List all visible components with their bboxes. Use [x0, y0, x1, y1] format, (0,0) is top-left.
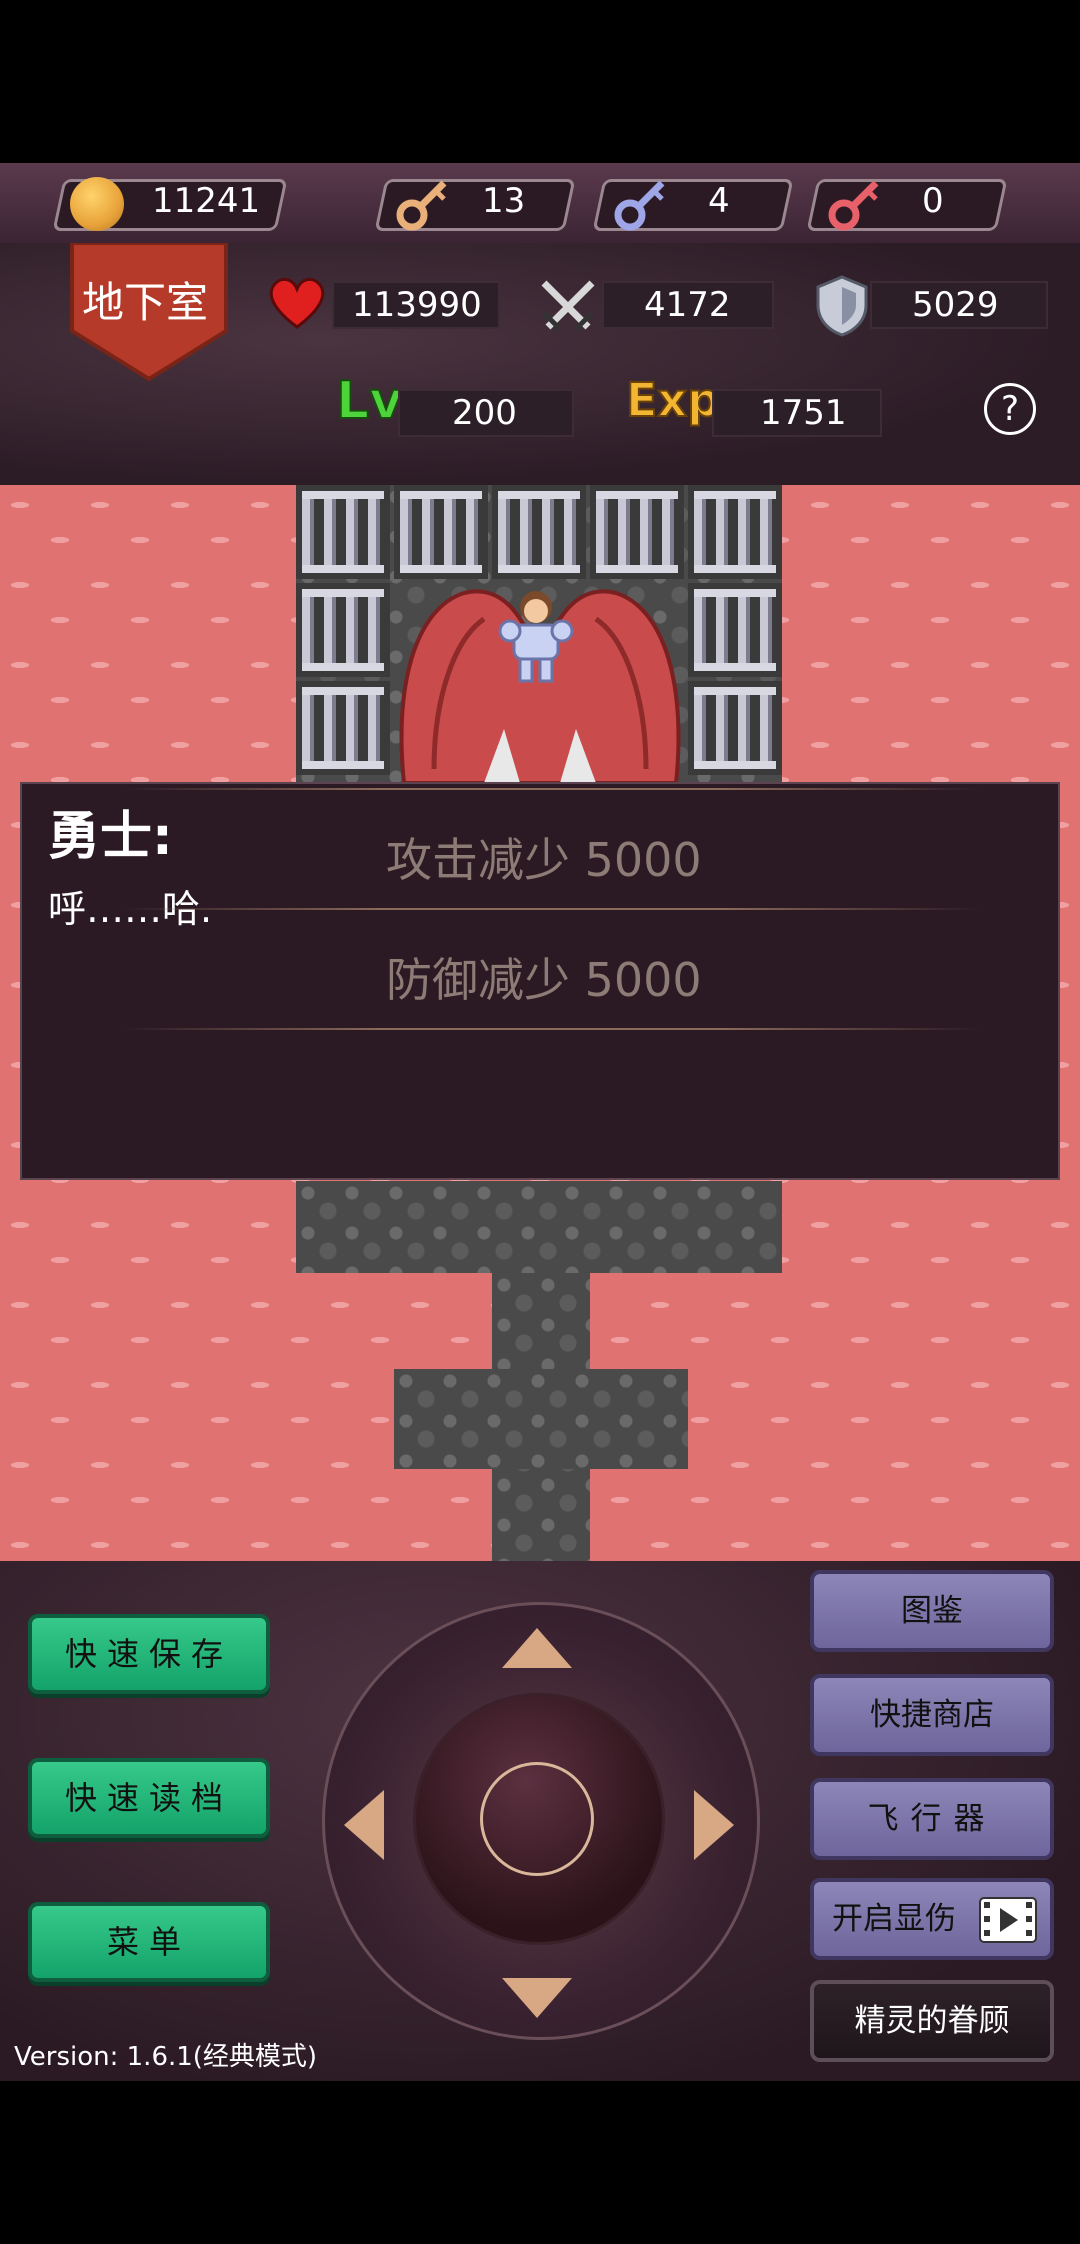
exp-value: 1751 — [760, 393, 847, 433]
arrow-up-icon[interactable] — [500, 1626, 574, 1670]
yellow-key-icon — [396, 180, 447, 231]
arrow-right-icon[interactable] — [692, 1790, 736, 1860]
red-key-count: 0 — [922, 181, 944, 221]
help-button[interactable]: ? — [984, 383, 1036, 435]
hero-status-panel: 地下室 113990 4172 5029 Lv 200 Exp 1751 ? — [0, 243, 1080, 485]
iron-bars — [296, 485, 390, 579]
gold-value: 11241 — [152, 181, 261, 221]
level-value: 200 — [452, 393, 517, 433]
divider — [122, 908, 982, 910]
bestiary-button[interactable]: 图鉴 — [810, 1570, 1054, 1652]
red-key-icon — [828, 180, 879, 231]
level-label: Lv — [335, 370, 404, 432]
dialog-box[interactable]: 勇士: 呼……哈. 攻击减少 5000 防御减少 5000 — [20, 782, 1060, 1180]
exp-label: Exp — [625, 372, 721, 428]
version-label: Version: 1.6.1(经典模式) — [14, 2042, 318, 2072]
hero-sprite — [498, 591, 574, 683]
iron-bars — [492, 485, 586, 579]
hp-value: 113990 — [352, 285, 482, 325]
iron-bars — [590, 485, 684, 579]
show-damage-button[interactable]: 开启显伤 — [810, 1878, 1054, 1960]
divider — [122, 1028, 982, 1030]
help-icon: ? — [1000, 389, 1020, 429]
quick-load-button[interactable]: 快速读档 — [28, 1758, 270, 1838]
dialog-text: 呼……哈. — [48, 887, 213, 931]
iron-bars — [296, 583, 390, 677]
iron-bars — [688, 485, 782, 579]
fly-button[interactable]: 飞行器 — [810, 1778, 1054, 1860]
arrow-left-icon[interactable] — [342, 1790, 386, 1860]
arrow-down-icon[interactable] — [500, 1976, 574, 2020]
stone-floor — [296, 1181, 782, 1273]
dialog-speaker: 勇士: — [48, 807, 173, 867]
quick-shop-button[interactable]: 快捷商店 — [810, 1674, 1054, 1756]
resource-bar: 11241 13 4 0 — [0, 163, 1080, 245]
attack-decrease-notice: 攻击减少 5000 — [386, 833, 702, 887]
defense-value: 5029 — [912, 285, 999, 325]
attack-value: 4172 — [644, 285, 731, 325]
menu-button[interactable]: 菜单 — [28, 1902, 270, 1982]
spirit-blessing-button[interactable]: 精灵的眷顾 — [810, 1980, 1054, 2062]
dpad-center-ring — [480, 1762, 594, 1876]
video-ad-icon — [979, 1897, 1037, 1943]
gold-coin-icon — [70, 177, 124, 231]
divider — [122, 788, 982, 790]
iron-bars — [394, 485, 488, 579]
iron-bars — [688, 583, 782, 677]
yellow-key-count: 13 — [482, 181, 526, 221]
defense-decrease-notice: 防御减少 5000 — [386, 953, 702, 1007]
blue-key-count: 4 — [708, 181, 730, 221]
floor-label: 地下室 — [82, 278, 209, 327]
iron-bars — [296, 681, 390, 775]
show-damage-label: 开启显伤 — [832, 1901, 956, 1937]
iron-bars — [688, 681, 782, 775]
heart-icon — [269, 278, 325, 329]
blue-key-icon — [614, 180, 665, 231]
stone-floor — [394, 1369, 688, 1469]
quick-save-button[interactable]: 快速保存 — [28, 1614, 270, 1694]
shield-icon — [816, 275, 868, 337]
crossed-swords-icon — [541, 280, 595, 331]
